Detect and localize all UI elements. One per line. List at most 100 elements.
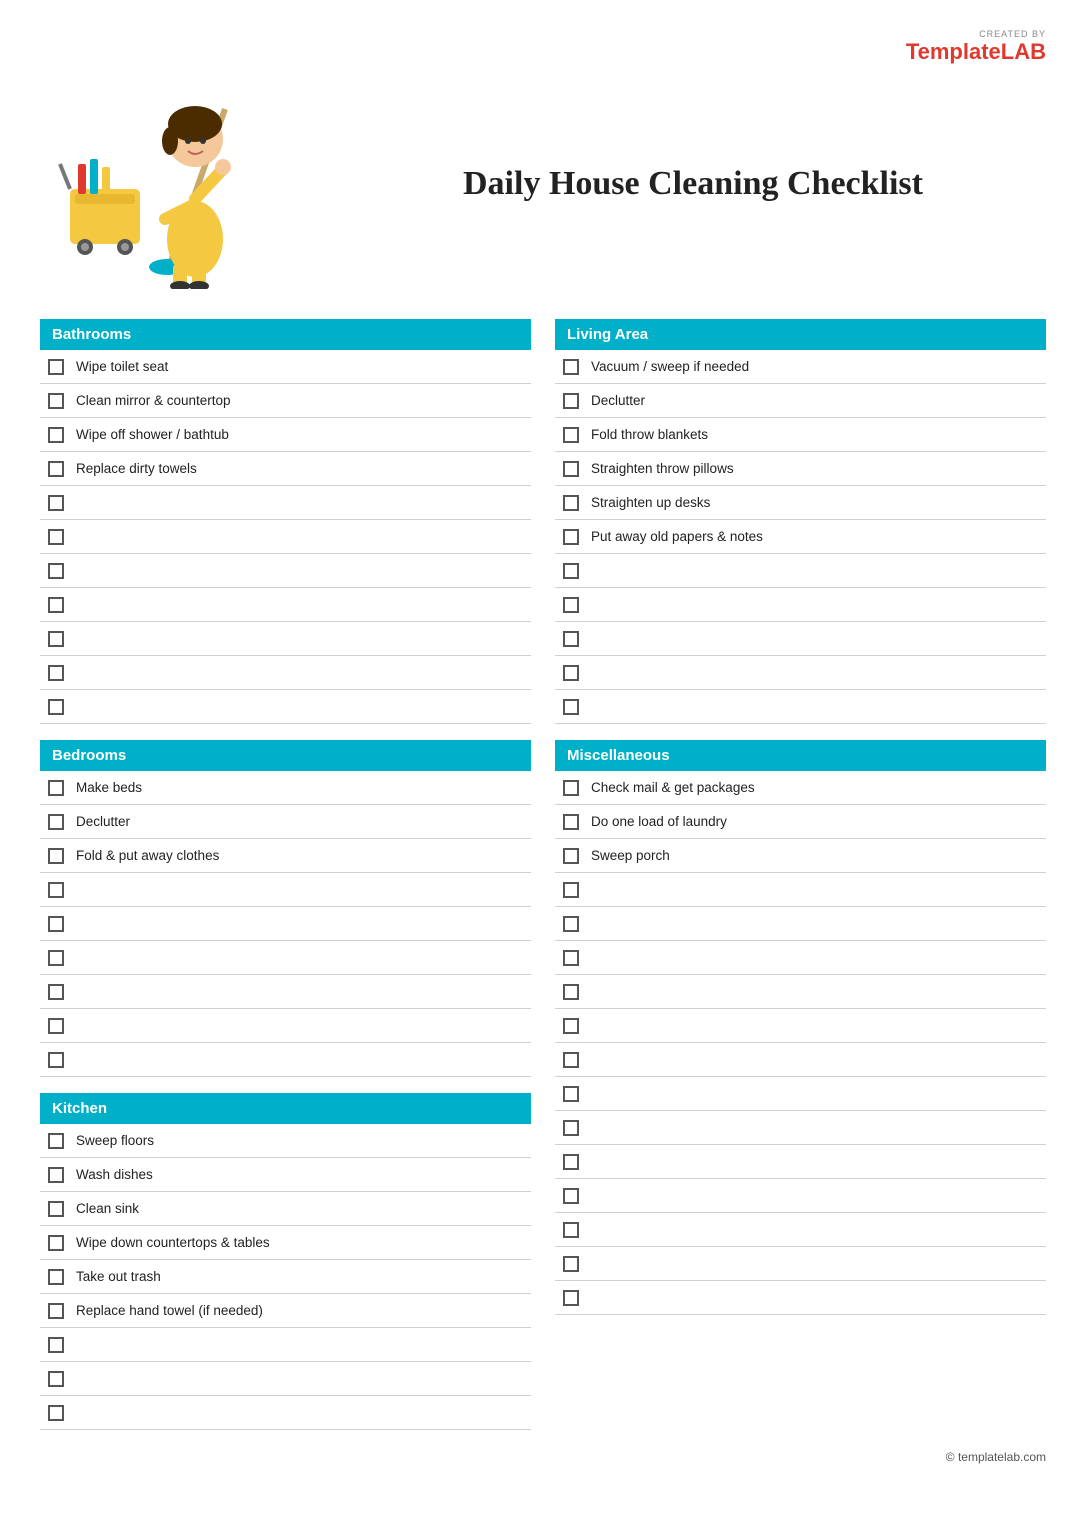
list-item[interactable]: Vacuum / sweep if needed bbox=[555, 350, 1046, 384]
checkbox[interactable] bbox=[563, 1256, 579, 1272]
checkbox[interactable] bbox=[48, 461, 64, 477]
list-item[interactable]: Wipe toilet seat bbox=[40, 350, 531, 384]
list-item[interactable]: Clean sink bbox=[40, 1192, 531, 1226]
list-item[interactable] bbox=[40, 656, 531, 690]
list-item[interactable]: Fold throw blankets bbox=[555, 418, 1046, 452]
list-item[interactable] bbox=[40, 690, 531, 724]
list-item[interactable] bbox=[40, 622, 531, 656]
checkbox[interactable] bbox=[48, 427, 64, 443]
checkbox[interactable] bbox=[48, 563, 64, 579]
list-item[interactable] bbox=[40, 588, 531, 622]
list-item[interactable]: Check mail & get packages bbox=[555, 771, 1046, 805]
list-item[interactable] bbox=[40, 554, 531, 588]
list-item[interactable]: Do one load of laundry bbox=[555, 805, 1046, 839]
checkbox[interactable] bbox=[48, 984, 64, 1000]
list-item[interactable]: Sweep floors bbox=[40, 1124, 531, 1158]
checkbox[interactable] bbox=[48, 597, 64, 613]
list-item[interactable]: Take out trash bbox=[40, 1260, 531, 1294]
checkbox[interactable] bbox=[563, 848, 579, 864]
checkbox[interactable] bbox=[48, 699, 64, 715]
checkbox[interactable] bbox=[563, 950, 579, 966]
list-item[interactable] bbox=[555, 690, 1046, 724]
list-item[interactable]: Wipe off shower / bathtub bbox=[40, 418, 531, 452]
list-item[interactable] bbox=[555, 873, 1046, 907]
list-item[interactable] bbox=[555, 554, 1046, 588]
list-item[interactable] bbox=[40, 1396, 531, 1430]
checkbox[interactable] bbox=[563, 1290, 579, 1306]
checkbox[interactable] bbox=[48, 1269, 64, 1285]
list-item[interactable] bbox=[40, 520, 531, 554]
checkbox[interactable] bbox=[563, 563, 579, 579]
list-item[interactable] bbox=[40, 486, 531, 520]
checkbox[interactable] bbox=[48, 1201, 64, 1217]
checkbox[interactable] bbox=[48, 780, 64, 796]
list-item[interactable] bbox=[555, 1247, 1046, 1281]
checkbox[interactable] bbox=[563, 814, 579, 830]
checkbox[interactable] bbox=[48, 495, 64, 511]
list-item[interactable] bbox=[555, 588, 1046, 622]
list-item[interactable]: Put away old papers & notes bbox=[555, 520, 1046, 554]
list-item[interactable]: Wipe down countertops & tables bbox=[40, 1226, 531, 1260]
checkbox[interactable] bbox=[48, 665, 64, 681]
checkbox[interactable] bbox=[48, 1167, 64, 1183]
checkbox[interactable] bbox=[48, 1018, 64, 1034]
list-item[interactable]: Sweep porch bbox=[555, 839, 1046, 873]
list-item[interactable]: Make beds bbox=[40, 771, 531, 805]
checkbox[interactable] bbox=[563, 1188, 579, 1204]
list-item[interactable] bbox=[555, 1281, 1046, 1315]
list-item[interactable]: Wash dishes bbox=[40, 1158, 531, 1192]
checkbox[interactable] bbox=[48, 848, 64, 864]
checkbox[interactable] bbox=[48, 393, 64, 409]
list-item[interactable] bbox=[555, 907, 1046, 941]
checkbox[interactable] bbox=[48, 950, 64, 966]
list-item[interactable] bbox=[40, 1043, 531, 1077]
checkbox[interactable] bbox=[48, 1371, 64, 1387]
checkbox[interactable] bbox=[563, 984, 579, 1000]
list-item[interactable] bbox=[40, 975, 531, 1009]
list-item[interactable]: Fold & put away clothes bbox=[40, 839, 531, 873]
checkbox[interactable] bbox=[563, 597, 579, 613]
checkbox[interactable] bbox=[48, 359, 64, 375]
list-item[interactable] bbox=[555, 1043, 1046, 1077]
list-item[interactable] bbox=[40, 941, 531, 975]
checkbox[interactable] bbox=[48, 916, 64, 932]
list-item[interactable] bbox=[40, 1328, 531, 1362]
checkbox[interactable] bbox=[563, 1086, 579, 1102]
checkbox[interactable] bbox=[48, 814, 64, 830]
list-item[interactable] bbox=[555, 1077, 1046, 1111]
list-item[interactable] bbox=[555, 622, 1046, 656]
list-item[interactable] bbox=[40, 907, 531, 941]
checkbox[interactable] bbox=[563, 495, 579, 511]
checkbox[interactable] bbox=[563, 631, 579, 647]
checkbox[interactable] bbox=[48, 1303, 64, 1319]
checkbox[interactable] bbox=[563, 916, 579, 932]
list-item[interactable] bbox=[555, 1213, 1046, 1247]
list-item[interactable] bbox=[555, 1111, 1046, 1145]
list-item[interactable]: Replace dirty towels bbox=[40, 452, 531, 486]
list-item[interactable] bbox=[555, 941, 1046, 975]
checkbox[interactable] bbox=[563, 882, 579, 898]
checkbox[interactable] bbox=[563, 427, 579, 443]
checkbox[interactable] bbox=[48, 1337, 64, 1353]
list-item[interactable] bbox=[555, 656, 1046, 690]
list-item[interactable] bbox=[555, 1009, 1046, 1043]
list-item[interactable] bbox=[40, 873, 531, 907]
checkbox[interactable] bbox=[48, 1405, 64, 1421]
list-item[interactable]: Declutter bbox=[555, 384, 1046, 418]
checkbox[interactable] bbox=[563, 780, 579, 796]
checkbox[interactable] bbox=[48, 529, 64, 545]
list-item[interactable] bbox=[555, 975, 1046, 1009]
checkbox[interactable] bbox=[563, 665, 579, 681]
list-item[interactable] bbox=[40, 1362, 531, 1396]
list-item[interactable]: Declutter bbox=[40, 805, 531, 839]
list-item[interactable] bbox=[555, 1145, 1046, 1179]
checkbox[interactable] bbox=[563, 529, 579, 545]
list-item[interactable] bbox=[40, 1009, 531, 1043]
checkbox[interactable] bbox=[563, 461, 579, 477]
checkbox[interactable] bbox=[563, 393, 579, 409]
list-item[interactable]: Straighten up desks bbox=[555, 486, 1046, 520]
checkbox[interactable] bbox=[563, 359, 579, 375]
checkbox[interactable] bbox=[563, 1052, 579, 1068]
checkbox[interactable] bbox=[563, 1018, 579, 1034]
checkbox[interactable] bbox=[48, 1235, 64, 1251]
